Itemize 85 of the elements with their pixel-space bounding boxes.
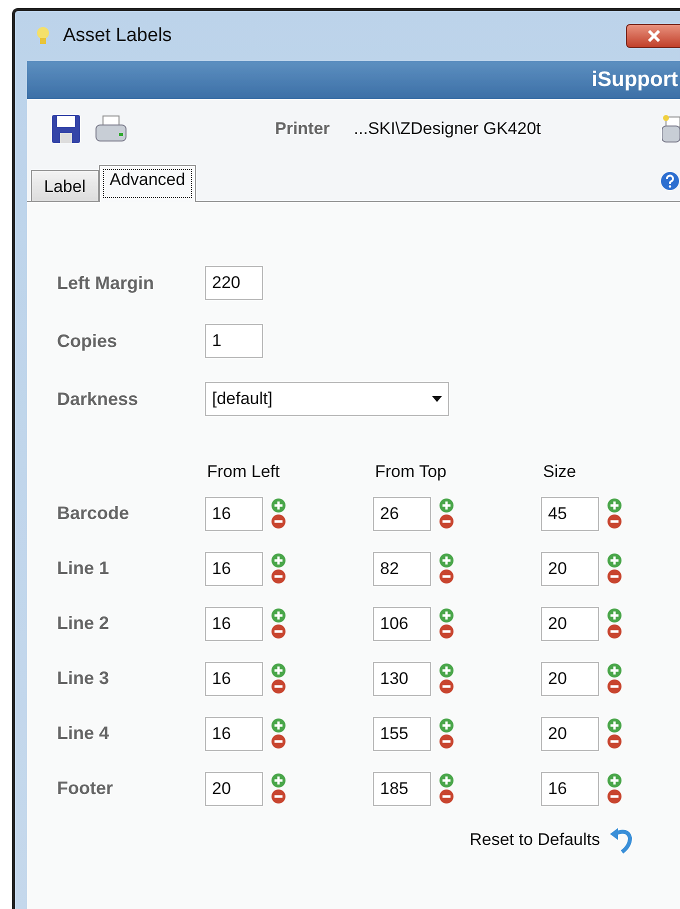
minus-icon[interactable] [607, 679, 622, 694]
input-field[interactable]: 155 [373, 716, 431, 750]
close-icon [646, 30, 660, 42]
plus-icon[interactable] [271, 553, 286, 568]
plus-icon[interactable] [271, 663, 286, 678]
minus-icon[interactable] [271, 569, 286, 584]
input-field[interactable]: 20 [205, 772, 263, 806]
plus-icon[interactable] [271, 773, 286, 788]
plus-icon[interactable] [607, 663, 622, 678]
printer-name: ...SKI\ZDesigner GK420t [354, 119, 541, 139]
minus-icon[interactable] [271, 514, 286, 529]
plus-icon[interactable] [607, 498, 622, 513]
column-header: From Left [206, 461, 281, 483]
lightbulb-icon [35, 25, 51, 47]
input-field[interactable]: 16 [205, 552, 263, 586]
input-field[interactable]: 185 [373, 772, 431, 806]
row-label: Line 3 [57, 668, 110, 689]
plus-icon[interactable] [271, 498, 286, 513]
minus-icon[interactable] [439, 624, 454, 639]
minus-icon[interactable] [271, 789, 286, 804]
column-header: Size [542, 461, 578, 483]
minus-icon[interactable] [439, 514, 454, 529]
printer-icon[interactable] [95, 115, 127, 143]
minus-icon[interactable] [607, 789, 622, 804]
plus-icon[interactable] [439, 718, 454, 733]
plus-icon[interactable] [607, 608, 622, 623]
input-field[interactable]: 220 [205, 266, 263, 300]
close-button[interactable] [626, 24, 680, 48]
plus-icon[interactable] [439, 773, 454, 788]
minus-icon[interactable] [439, 734, 454, 749]
plus-icon[interactable] [439, 498, 454, 513]
input-field[interactable]: 130 [373, 662, 431, 696]
reset-button[interactable]: Reset to Defaults [470, 826, 634, 854]
minus-icon[interactable] [271, 734, 286, 749]
row-label: Footer [57, 778, 114, 799]
minus-icon[interactable] [439, 789, 454, 804]
input-field[interactable]: 16 [205, 662, 263, 696]
printer-label: Printer [275, 119, 330, 139]
minus-icon[interactable] [271, 679, 286, 694]
save-icon[interactable] [51, 114, 81, 144]
plus-icon[interactable] [271, 718, 286, 733]
row-label: Line 2 [57, 613, 110, 634]
input-field[interactable]: 20 [541, 606, 599, 640]
plus-icon[interactable] [439, 553, 454, 568]
app-banner: iSupport [27, 61, 680, 99]
field-label: Darkness [57, 388, 140, 410]
minus-icon[interactable] [607, 734, 622, 749]
minus-icon[interactable] [607, 569, 622, 584]
column-header: From Top [374, 461, 448, 483]
input-field[interactable]: 82 [373, 552, 431, 586]
minus-icon[interactable] [439, 569, 454, 584]
field-label: Copies [57, 330, 118, 352]
field-label: Left Margin [57, 272, 155, 294]
input-field[interactable]: 45 [541, 496, 599, 530]
caret-icon [432, 396, 442, 402]
input-field[interactable]: 20 [541, 716, 599, 750]
row-label: Line 1 [57, 558, 110, 579]
minus-icon[interactable] [607, 624, 622, 639]
input-field[interactable]: 26 [373, 496, 431, 530]
input-field[interactable]: 20 [541, 662, 599, 696]
input-field[interactable]: 16 [205, 606, 263, 640]
tab[interactable]: Advanced [98, 165, 196, 202]
plus-icon[interactable] [607, 553, 622, 568]
plus-icon[interactable] [607, 718, 622, 733]
input-field[interactable]: 1 [205, 324, 263, 358]
tab[interactable]: Label [31, 170, 99, 201]
help-icon[interactable] [660, 171, 680, 191]
undo-arrow-icon [610, 826, 634, 854]
input-field[interactable]: 106 [373, 606, 431, 640]
input-field[interactable]: 16 [205, 716, 263, 750]
input-field[interactable]: 20 [541, 552, 599, 586]
row-label: Line 4 [57, 723, 110, 744]
window-title: Asset Labels [63, 25, 172, 47]
row-label: Barcode [57, 503, 130, 524]
minus-icon[interactable] [271, 624, 286, 639]
printer-icon[interactable] [662, 114, 680, 144]
input-field[interactable]: 16 [541, 772, 599, 806]
input-field[interactable]: 16 [205, 496, 263, 530]
minus-icon[interactable] [439, 679, 454, 694]
plus-icon[interactable] [439, 608, 454, 623]
plus-icon[interactable] [271, 608, 286, 623]
dropdown-field[interactable]: [default] [205, 382, 449, 416]
plus-icon[interactable] [439, 663, 454, 678]
minus-icon[interactable] [607, 514, 622, 529]
plus-icon[interactable] [607, 773, 622, 788]
